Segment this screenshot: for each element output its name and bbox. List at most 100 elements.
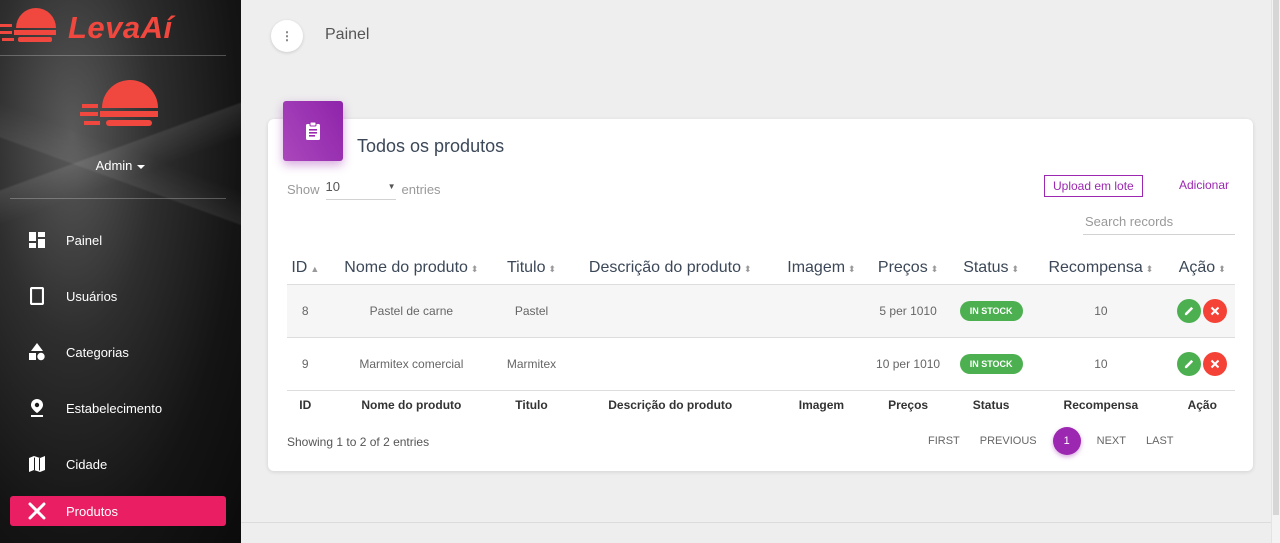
col-header-name[interactable]: Nome do produto ⬍ xyxy=(324,252,500,284)
cell-image xyxy=(776,283,867,337)
sidebar-item-usuarios[interactable]: Usuários xyxy=(10,268,226,324)
more-vertical-icon[interactable]: ⋮ xyxy=(271,20,303,52)
entries-length: Show 10 ▼ entries xyxy=(287,179,441,200)
first-page-button[interactable]: FIRST xyxy=(928,435,960,447)
footer-id: ID xyxy=(287,389,324,420)
sort-icon: ⬍ xyxy=(548,263,557,274)
next-page-button[interactable]: NEXT xyxy=(1097,435,1126,447)
card-title: Todos os produtos xyxy=(357,136,505,156)
top-navbar: ⋮ Painel xyxy=(241,0,1280,70)
footer-name: Nome do produto xyxy=(323,389,500,420)
cell-name: Pastel de carne xyxy=(323,283,500,337)
logo[interactable]: LevaAí xyxy=(0,0,226,56)
table-footer-row: ID Nome do produto Titulo Descrição do p… xyxy=(287,389,1235,420)
cell-description xyxy=(563,336,777,390)
cell-reward: 10 xyxy=(1032,336,1170,390)
show-label: Show xyxy=(287,182,320,197)
previous-page-button[interactable]: PREVIOUS xyxy=(980,435,1037,447)
sidebar-item-painel[interactable]: Painel xyxy=(10,212,226,268)
user-menu[interactable]: Admin xyxy=(0,158,241,173)
cell-status: IN STOCK xyxy=(950,336,1033,390)
cell-title: Pastel xyxy=(499,283,564,337)
status-badge: IN STOCK xyxy=(959,353,1023,374)
sort-icon: ⬍ xyxy=(1011,263,1020,274)
sidebar-item-label: Painel xyxy=(66,232,103,248)
col-header-reward[interactable]: Recompensa ⬍ xyxy=(1032,252,1169,284)
footer-divider xyxy=(241,522,1271,523)
sidebar: LevaAí Admin Painel Usuários Categorias xyxy=(0,0,241,543)
cell-id: 8 xyxy=(287,283,324,337)
sort-icon: ⬍ xyxy=(470,263,479,274)
caret-down-icon xyxy=(137,164,146,169)
table-info: Showing 1 to 2 of 2 entries xyxy=(287,435,430,449)
sort-asc-icon: ▲ xyxy=(310,263,320,274)
footer-action: Ação xyxy=(1169,389,1235,420)
footer-title: Titulo xyxy=(499,389,564,420)
cell-id: 9 xyxy=(287,336,324,390)
delete-icon[interactable] xyxy=(1203,298,1228,323)
table-row: 9 Marmitex comercial Marmitex 10 per 101… xyxy=(287,336,1235,390)
logo-icon xyxy=(0,8,56,42)
cell-title: Marmitex xyxy=(499,336,564,390)
cell-actions xyxy=(1169,283,1235,337)
cell-price: 10 per 1010 xyxy=(866,336,951,390)
col-header-title[interactable]: Titulo ⬍ xyxy=(499,252,564,284)
col-header-status[interactable]: Status ⬍ xyxy=(950,252,1032,284)
footer-image: Imagem xyxy=(776,389,867,420)
sort-icon: ⬍ xyxy=(1218,263,1226,274)
cell-description xyxy=(563,283,777,337)
dashboard-icon xyxy=(28,231,46,249)
sidebar-item-cidade[interactable]: Cidade xyxy=(10,436,226,492)
cell-image xyxy=(776,336,867,390)
sidebar-item-label: Categorias xyxy=(66,344,129,360)
entries-label: entries xyxy=(401,182,441,197)
sidebar-item-estabelecimento[interactable]: Estabelecimento xyxy=(10,380,226,436)
divider xyxy=(10,198,226,199)
edit-icon[interactable] xyxy=(1177,351,1202,376)
sidebar-nav: Painel Usuários Categorias Estabelecimen… xyxy=(10,212,226,526)
location-pin-icon xyxy=(28,399,46,417)
sidebar-item-produtos[interactable]: Produtos xyxy=(10,496,226,526)
delete-icon[interactable] xyxy=(1203,351,1228,376)
col-header-description[interactable]: Descrição do produto ⬍ xyxy=(564,252,777,284)
sort-icon: ⬍ xyxy=(744,263,752,274)
footer-price: Preços xyxy=(866,389,951,420)
search-input[interactable] xyxy=(1083,209,1235,235)
cell-status: IN STOCK xyxy=(950,283,1033,337)
cell-price: 5 per 1010 xyxy=(866,283,951,337)
sidebar-item-label: Usuários xyxy=(66,288,118,304)
col-header-image[interactable]: Imagem ⬍ xyxy=(777,252,866,284)
products-table: ID ▲ Nome do produto ⬍ Titulo ⬍ Descrição d… xyxy=(287,252,1235,420)
add-button[interactable]: Adicionar xyxy=(1179,178,1229,192)
col-header-id[interactable]: ID ▲ xyxy=(287,252,324,284)
sort-icon: ⬍ xyxy=(930,263,939,274)
page-title: Painel xyxy=(325,26,370,43)
phone-icon xyxy=(28,287,46,305)
entries-value: 10 xyxy=(325,179,340,194)
cell-name: Marmitex comercial xyxy=(323,336,500,390)
col-header-action[interactable]: Ação ⬍ xyxy=(1170,252,1236,284)
sidebar-item-label: Estabelecimento xyxy=(66,400,163,416)
logo-text: LevaAí xyxy=(68,10,173,45)
sidebar-item-label: Cidade xyxy=(66,456,108,472)
cell-reward: 10 xyxy=(1032,283,1170,337)
dropdown-arrow-icon: ▼ xyxy=(387,182,396,191)
sidebar-item-categorias[interactable]: Categorias xyxy=(10,324,226,380)
footer-description: Descrição do produto xyxy=(563,389,777,420)
avatar[interactable] xyxy=(80,74,160,136)
pagination: FIRST PREVIOUS 1 NEXT LAST xyxy=(918,427,1184,455)
footer-reward: Recompensa xyxy=(1032,389,1170,420)
upload-batch-button[interactable]: Upload em lote xyxy=(1044,175,1143,197)
scrollbar-thumb[interactable] xyxy=(1273,0,1279,515)
entries-select[interactable]: 10 ▼ xyxy=(325,179,396,200)
footer-status: Status xyxy=(950,389,1033,420)
shapes-icon xyxy=(28,343,46,361)
cell-actions xyxy=(1169,336,1235,390)
col-header-price[interactable]: Preços ⬍ xyxy=(866,252,950,284)
utensils-icon xyxy=(28,502,46,520)
scrollbar[interactable] xyxy=(1271,0,1280,543)
table-row: 8 Pastel de carne Pastel 5 per 1010 IN S… xyxy=(287,283,1235,337)
current-page-button[interactable]: 1 xyxy=(1052,427,1081,455)
last-page-button[interactable]: LAST xyxy=(1146,435,1174,447)
edit-icon[interactable] xyxy=(1177,298,1202,323)
